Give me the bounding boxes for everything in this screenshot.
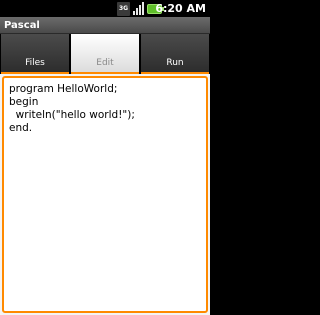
code-line: program HelloWorld; [9,83,118,95]
tab-edit-label: Edit [96,58,114,68]
tab-run-label: Run [166,58,184,68]
status-clock: 6:20 AM [155,2,206,15]
code-line: begin [9,96,39,108]
code-line: end. [9,122,33,134]
editor-frame: program HelloWorld; begin writeln("hello… [0,74,210,315]
app-title: Pascal [4,20,40,31]
tab-run[interactable]: Run [141,34,209,74]
status-bar: 3G 6:20 AM [0,0,210,17]
tab-files-label: Files [25,58,45,68]
network-3g-icon: 3G [117,1,130,16]
tab-files[interactable]: Files [1,34,69,74]
tab-bar: Files Edit Run [0,34,210,74]
code-editor[interactable]: program HelloWorld; begin writeln("hello… [2,76,208,313]
signal-strength-icon [133,2,144,15]
tab-edit[interactable]: Edit [71,34,139,74]
code-line: writeln("hello world!"); [9,109,135,121]
app-title-bar: Pascal [0,17,210,34]
